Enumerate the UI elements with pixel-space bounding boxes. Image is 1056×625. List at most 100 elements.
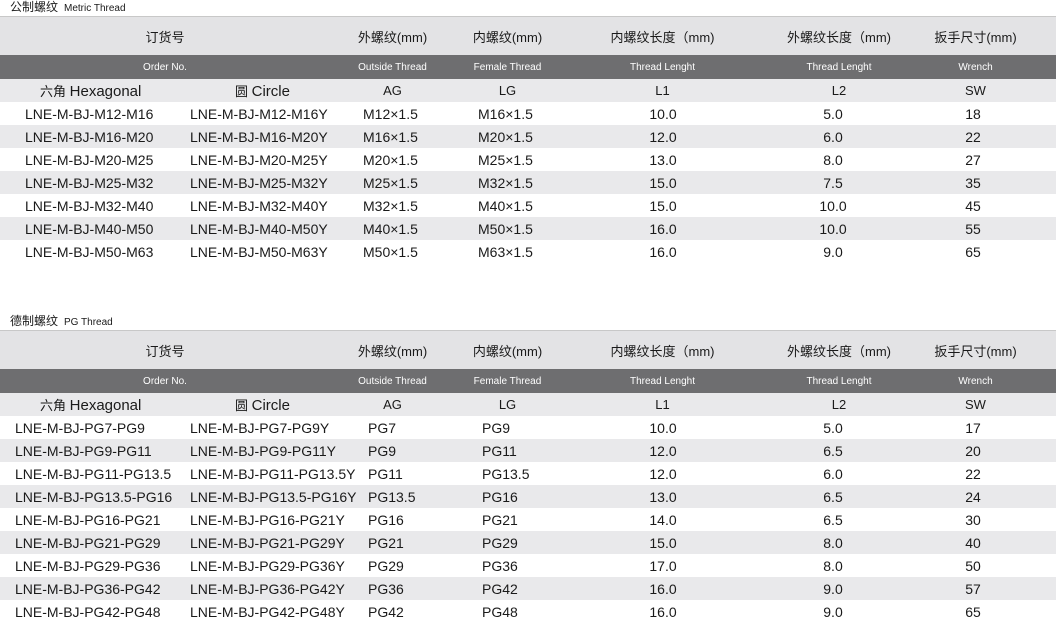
l1-value: 10.0 (649, 105, 677, 122)
circle-order-no: LNE-M-BJ-PG29-PG36Y (190, 557, 345, 574)
header-outside-thread-en: Outside Thread (358, 61, 427, 73)
hex-order-no: LNE-M-BJ-M16-M20 (25, 128, 154, 145)
table-row: LNE-M-BJ-M20-M25 LNE-M-BJ-M20-M25Y M20×1… (0, 148, 1056, 171)
sw-value: 22 (965, 128, 981, 145)
l1-value: 16.0 (649, 220, 677, 237)
sw-value: 35 (965, 174, 981, 191)
l1-value: 16.0 (649, 580, 677, 597)
l2-value: 9.0 (823, 243, 843, 260)
hex-order-no: LNE-M-BJ-PG42-PG48 (15, 603, 161, 620)
metric-section: 公制螺纹 Metric Thread 订货号 外螺纹(mm) 内螺纹(mm) 内螺… (0, 0, 1056, 263)
header-wrench-cn: 扳手尺寸(mm) (934, 29, 1017, 45)
table-row: LNE-M-BJ-M50-M63 LNE-M-BJ-M50-M63Y M50×1… (0, 240, 1056, 263)
circle-order-no: LNE-M-BJ-PG42-PG48Y (190, 603, 345, 620)
sw-value: 55 (965, 220, 981, 237)
female-thread: PG29 (482, 534, 518, 551)
sub-l1: L1 (655, 397, 670, 412)
circle-order-no: LNE-M-BJ-M16-M20Y (190, 128, 328, 145)
outside-thread: M50×1.5 (363, 243, 418, 260)
female-thread: PG11 (482, 442, 517, 459)
header-l2-cn: 外螺纹长度（mm) (787, 343, 891, 359)
hex-order-no: LNE-M-BJ-PG13.5-PG16 (15, 488, 173, 505)
sw-value: 65 (965, 603, 981, 620)
sub-hexagonal: 六角 Hexagonal (40, 397, 142, 414)
header-outside-thread-en: Outside Thread (358, 375, 427, 387)
female-thread: M40×1.5 (478, 197, 533, 214)
l2-value: 8.0 (823, 557, 843, 574)
sub-sw: SW (965, 397, 986, 412)
sw-value: 65 (965, 243, 981, 260)
circle-order-no: LNE-M-BJ-PG13.5-PG16Y (190, 488, 357, 505)
table-row: LNE-M-BJ-M25-M32 LNE-M-BJ-M25-M32Y M25×1… (0, 171, 1056, 194)
header-l2-en: Thread Lenght (806, 375, 872, 387)
female-thread: M16×1.5 (478, 105, 533, 122)
table-row: LNE-M-BJ-PG42-PG48 LNE-M-BJ-PG42-PG48Y P… (0, 600, 1056, 623)
female-thread: PG21 (482, 511, 518, 528)
female-thread: PG9 (482, 419, 511, 436)
sub-l2: L2 (831, 83, 847, 98)
header-l1-en: Thread Lenght (629, 61, 696, 73)
l1-value: 12.0 (649, 128, 677, 145)
outside-thread: PG16 (368, 511, 404, 528)
hex-order-no: LNE-M-BJ-PG21-PG29 (15, 534, 161, 551)
l2-value: 6.0 (823, 465, 843, 482)
l2-value: 6.0 (823, 128, 843, 145)
circle-order-no: LNE-M-BJ-M32-M40Y (190, 197, 328, 214)
sub-lg: LG (498, 83, 517, 98)
table-row: LNE-M-BJ-M12-M16 LNE-M-BJ-M12-M16Y M12×1… (0, 102, 1056, 125)
table-row: LNE-M-BJ-PG7-PG9 LNE-M-BJ-PG7-PG9Y PG7 P… (0, 416, 1056, 439)
metric-header-sub: 六角 Hexagonal 圆 Circle AG LG L1 L2 SW (0, 79, 1056, 102)
hex-order-no: LNE-M-BJ-PG29-PG36 (15, 557, 161, 574)
l2-value: 8.0 (823, 151, 843, 168)
female-thread: M32×1.5 (478, 174, 533, 191)
l1-value: 15.0 (649, 174, 677, 191)
outside-thread: M16×1.5 (363, 128, 418, 145)
l1-value: 13.0 (649, 488, 677, 505)
metric-header-en: Order No. Outside Thread Female Thread T… (0, 55, 1056, 79)
sub-l1: L1 (655, 83, 670, 98)
female-thread: M25×1.5 (478, 151, 533, 168)
header-female-thread-en: Female Thread (473, 375, 542, 387)
metric-section-title: 公制螺纹 Metric Thread (10, 0, 126, 14)
header-l1-cn: 内螺纹长度（mm) (610, 343, 715, 359)
l2-value: 6.5 (823, 442, 843, 459)
sw-value: 20 (965, 442, 981, 459)
header-female-thread-cn: 内螺纹(mm) (472, 343, 543, 359)
l1-value: 17.0 (649, 557, 677, 574)
female-thread: M20×1.5 (478, 128, 533, 145)
sub-circle: 圆 Circle (235, 83, 290, 100)
hex-order-no: LNE-M-BJ-M12-M16 (25, 105, 154, 122)
female-thread: M63×1.5 (478, 243, 533, 260)
outside-thread: M20×1.5 (363, 151, 418, 168)
sw-value: 17 (965, 419, 981, 436)
hex-order-no: LNE-M-BJ-M20-M25 (25, 151, 154, 168)
outside-thread: PG11 (368, 465, 403, 482)
header-female-thread-cn: 内螺纹(mm) (472, 29, 543, 45)
outside-thread: PG21 (368, 534, 404, 551)
sw-value: 50 (965, 557, 981, 574)
l2-value: 7.5 (823, 174, 843, 191)
l1-value: 10.0 (649, 419, 677, 436)
hex-order-no: LNE-M-BJ-PG11-PG13.5 (15, 465, 172, 482)
table-row: LNE-M-BJ-PG9-PG11 LNE-M-BJ-PG9-PG11Y PG9… (0, 439, 1056, 462)
table-row: LNE-M-BJ-PG29-PG36 LNE-M-BJ-PG29-PG36Y P… (0, 554, 1056, 577)
metric-table-body: LNE-M-BJ-M12-M16 LNE-M-BJ-M12-M16Y M12×1… (0, 102, 1056, 263)
table-row: LNE-M-BJ-PG16-PG21 LNE-M-BJ-PG16-PG21Y P… (0, 508, 1056, 531)
outside-thread: PG36 (368, 580, 404, 597)
l2-value: 5.0 (823, 419, 843, 436)
circle-order-no: LNE-M-BJ-M25-M32Y (190, 174, 328, 191)
female-thread: PG13.5 (482, 465, 530, 482)
pg-header-sub: 六角 Hexagonal 圆 Circle AG LG L1 L2 SW (0, 393, 1056, 416)
circle-order-no: LNE-M-BJ-PG11-PG13.5Y (190, 465, 356, 482)
hex-order-no: LNE-M-BJ-M25-M32 (25, 174, 154, 191)
table-row: LNE-M-BJ-M40-M50 LNE-M-BJ-M40-M50Y M40×1… (0, 217, 1056, 240)
header-order-no-en: Order No. (143, 61, 187, 73)
sub-l2: L2 (831, 397, 847, 412)
outside-thread: M32×1.5 (363, 197, 418, 214)
sw-value: 40 (965, 534, 981, 551)
l2-value: 5.0 (823, 105, 843, 122)
sub-sw: SW (965, 83, 986, 98)
table-row: LNE-M-BJ-M32-M40 LNE-M-BJ-M32-M40Y M32×1… (0, 194, 1056, 217)
header-outside-thread-cn: 外螺纹(mm) (357, 29, 428, 45)
header-order-no-cn: 订货号 (145, 343, 185, 359)
